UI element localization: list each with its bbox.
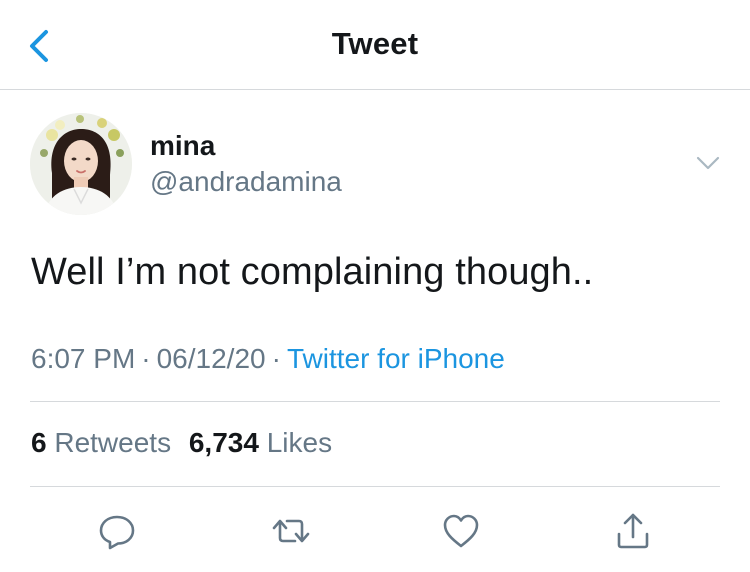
divider — [30, 401, 720, 402]
tweet-text: Well I’m not complaining though.. — [31, 251, 594, 293]
likes-label: Likes — [266, 427, 333, 458]
chevron-down-icon — [696, 156, 720, 170]
like-button[interactable] — [440, 510, 482, 552]
more-options-button[interactable] — [694, 152, 722, 174]
retweet-icon — [272, 519, 310, 543]
tweet-stats: 6 Retweets 6,734 Likes — [31, 427, 332, 459]
share-icon — [617, 513, 649, 549]
display-name[interactable]: mina — [150, 130, 215, 162]
reply-icon — [99, 515, 135, 550]
retweets-label: Retweets — [54, 427, 172, 458]
likes-count: 6,734 — [188, 427, 259, 458]
likes-stat[interactable]: 6,734 Likes — [189, 427, 332, 458]
retweets-stat[interactable]: 6 Retweets — [31, 427, 171, 458]
reply-button[interactable] — [96, 510, 138, 552]
retweets-count: 6 — [31, 427, 47, 458]
meta-separator: · — [141, 343, 151, 374]
share-button[interactable] — [612, 510, 654, 552]
retweet-button[interactable] — [270, 510, 312, 552]
profile-photo — [30, 113, 132, 215]
tweet-time: 6:07 PM — [31, 343, 136, 374]
tweet-meta: 6:07 PM · 06/12/20 · Twitter for iPhone — [31, 343, 505, 375]
tweet-header: Tweet — [0, 0, 750, 90]
like-icon — [443, 514, 479, 548]
meta-separator: · — [271, 343, 281, 374]
tweet-source-link[interactable]: Twitter for iPhone — [287, 343, 505, 374]
tweet-date: 06/12/20 — [156, 343, 266, 374]
avatar[interactable] — [30, 113, 132, 215]
user-handle[interactable]: @andradamina — [150, 166, 342, 198]
page-title: Tweet — [331, 26, 419, 61]
divider — [30, 486, 720, 487]
